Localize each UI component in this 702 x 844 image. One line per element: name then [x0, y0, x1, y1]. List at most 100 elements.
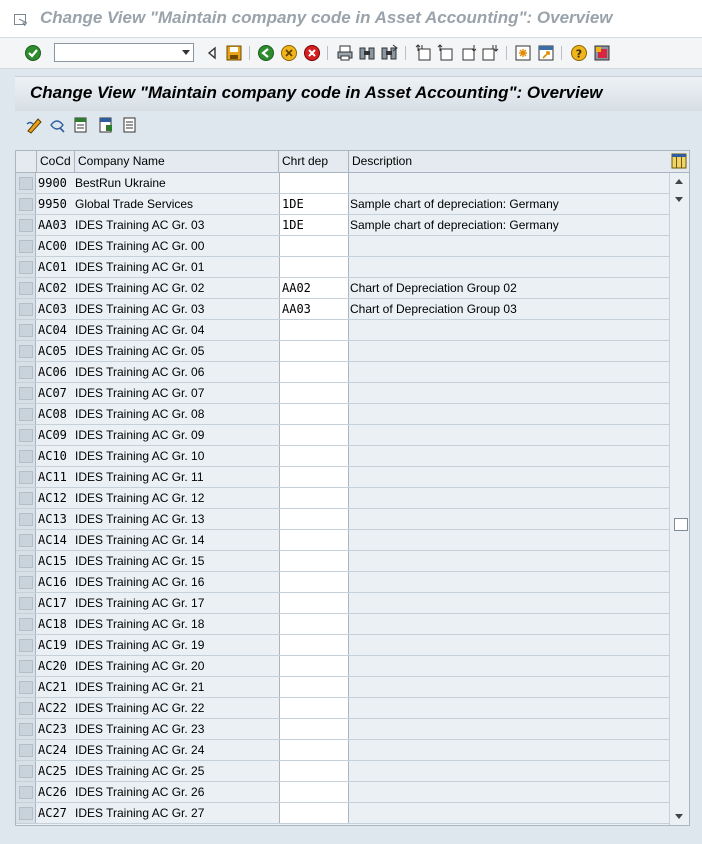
table-row[interactable]: AC19 IDES Training AC Gr. 19	[16, 635, 669, 656]
scroll-thumb[interactable]	[674, 518, 688, 531]
chrt-dep-input[interactable]	[279, 656, 349, 676]
chrt-dep-input[interactable]	[279, 761, 349, 781]
chrt-dep-input[interactable]	[279, 257, 349, 277]
enter-check-icon[interactable]	[24, 44, 42, 62]
row-selector-box[interactable]	[19, 534, 33, 547]
row-selector-box[interactable]	[19, 660, 33, 673]
chrt-dep-input[interactable]	[279, 488, 349, 508]
chrt-dep-input[interactable]	[279, 635, 349, 655]
help-icon[interactable]: ?	[570, 44, 588, 62]
table-row[interactable]: AC14 IDES Training AC Gr. 14	[16, 530, 669, 551]
table-row[interactable]: AC16 IDES Training AC Gr. 16	[16, 572, 669, 593]
row-selector-box[interactable]	[19, 513, 33, 526]
table-row[interactable]: AA03 IDES Training AC Gr. 03 1DE Sample cha…	[16, 215, 669, 236]
next-page-icon[interactable]	[459, 44, 477, 62]
row-selector[interactable]	[16, 614, 36, 634]
table-row[interactable]: AC27 IDES Training AC Gr. 27	[16, 803, 669, 824]
table-row[interactable]: AC13 IDES Training AC Gr. 13	[16, 509, 669, 530]
customize-layout-icon[interactable]	[593, 44, 611, 62]
new-entries-icon[interactable]	[72, 116, 90, 134]
row-selector-box[interactable]	[19, 219, 33, 232]
table-settings-icon[interactable]	[671, 153, 687, 169]
table-row[interactable]: AC23 IDES Training AC Gr. 23	[16, 719, 669, 740]
table-row[interactable]: AC10 IDES Training AC Gr. 10	[16, 446, 669, 467]
table-row[interactable]: AC07 IDES Training AC Gr. 07	[16, 383, 669, 404]
row-selector-box[interactable]	[19, 786, 33, 799]
save-icon[interactable]	[225, 44, 243, 62]
column-header-company-name[interactable]: Company Name	[75, 151, 279, 172]
table-row[interactable]: AC04 IDES Training AC Gr. 04	[16, 320, 669, 341]
row-selector[interactable]	[16, 656, 36, 676]
chrt-dep-input[interactable]	[279, 383, 349, 403]
row-selector[interactable]	[16, 761, 36, 781]
chrt-dep-input[interactable]	[279, 719, 349, 739]
table-row[interactable]: AC08 IDES Training AC Gr. 08	[16, 404, 669, 425]
delete-entries-icon[interactable]	[121, 116, 139, 134]
row-selector[interactable]	[16, 530, 36, 550]
row-selector[interactable]	[16, 383, 36, 403]
chrt-dep-input[interactable]	[279, 593, 349, 613]
scroll-down-icon[interactable]	[675, 814, 683, 819]
table-row[interactable]: AC24 IDES Training AC Gr. 24	[16, 740, 669, 761]
row-selector-box[interactable]	[19, 408, 33, 421]
row-selector-box[interactable]	[19, 702, 33, 715]
row-selector-box[interactable]	[19, 681, 33, 694]
table-row[interactable]: AC15 IDES Training AC Gr. 15	[16, 551, 669, 572]
chrt-dep-input[interactable]	[279, 404, 349, 424]
chrt-dep-input[interactable]	[279, 614, 349, 634]
table-row[interactable]: 9900 BestRun Ukraine	[16, 173, 669, 194]
table-row[interactable]: AC03 IDES Training AC Gr. 03 AA03 Chart of …	[16, 299, 669, 320]
first-page-icon[interactable]	[415, 44, 433, 62]
row-selector-box[interactable]	[19, 597, 33, 610]
create-session-icon[interactable]	[514, 44, 532, 62]
scroll-page-down-icon[interactable]	[675, 197, 683, 202]
row-selector-box[interactable]	[19, 324, 33, 337]
vertical-scrollbar[interactable]	[669, 173, 689, 825]
table-row[interactable]: AC26 IDES Training AC Gr. 26	[16, 782, 669, 803]
cancel-icon[interactable]	[303, 44, 321, 62]
row-selector-box[interactable]	[19, 576, 33, 589]
row-selector-box[interactable]	[19, 282, 33, 295]
row-selector-box[interactable]	[19, 345, 33, 358]
row-selector[interactable]	[16, 509, 36, 529]
table-row[interactable]: AC00 IDES Training AC Gr. 00	[16, 236, 669, 257]
table-row[interactable]: AC09 IDES Training AC Gr. 09	[16, 425, 669, 446]
chrt-dep-input[interactable]	[279, 698, 349, 718]
chrt-dep-input[interactable]	[279, 803, 349, 823]
row-selector[interactable]	[16, 404, 36, 424]
row-selector-box[interactable]	[19, 807, 33, 820]
menu-icon[interactable]	[14, 11, 28, 30]
chrt-dep-input[interactable]	[279, 509, 349, 529]
row-selector-box[interactable]	[19, 450, 33, 463]
chrt-dep-input[interactable]: AA02	[279, 278, 349, 298]
row-selector[interactable]	[16, 173, 36, 193]
previous-page-icon[interactable]	[437, 44, 455, 62]
row-selector[interactable]	[16, 236, 36, 256]
scroll-up-icon[interactable]	[675, 179, 683, 184]
row-selector-box[interactable]	[19, 240, 33, 253]
chrt-dep-input[interactable]	[279, 446, 349, 466]
back-icon[interactable]	[257, 44, 275, 62]
chrt-dep-input[interactable]	[279, 740, 349, 760]
exit-icon[interactable]	[280, 44, 298, 62]
command-field[interactable]	[54, 43, 194, 62]
chrt-dep-input[interactable]: 1DE	[279, 194, 349, 214]
row-selector-box[interactable]	[19, 387, 33, 400]
row-selector[interactable]	[16, 488, 36, 508]
row-selector[interactable]	[16, 194, 36, 214]
chrt-dep-input[interactable]	[279, 173, 349, 193]
row-selector[interactable]	[16, 677, 36, 697]
chrt-dep-input[interactable]: 1DE	[279, 215, 349, 235]
row-selector[interactable]	[16, 278, 36, 298]
chrt-dep-input[interactable]	[279, 572, 349, 592]
chrt-dep-input[interactable]	[279, 677, 349, 697]
row-selector[interactable]	[16, 719, 36, 739]
row-selector-box[interactable]	[19, 177, 33, 190]
find-next-icon[interactable]	[380, 44, 398, 62]
row-selector[interactable]	[16, 635, 36, 655]
row-selector-box[interactable]	[19, 492, 33, 505]
table-row[interactable]: AC20 IDES Training AC Gr. 20	[16, 656, 669, 677]
row-selector[interactable]	[16, 425, 36, 445]
copy-as-icon[interactable]	[97, 116, 115, 134]
table-row[interactable]: AC18 IDES Training AC Gr. 18	[16, 614, 669, 635]
